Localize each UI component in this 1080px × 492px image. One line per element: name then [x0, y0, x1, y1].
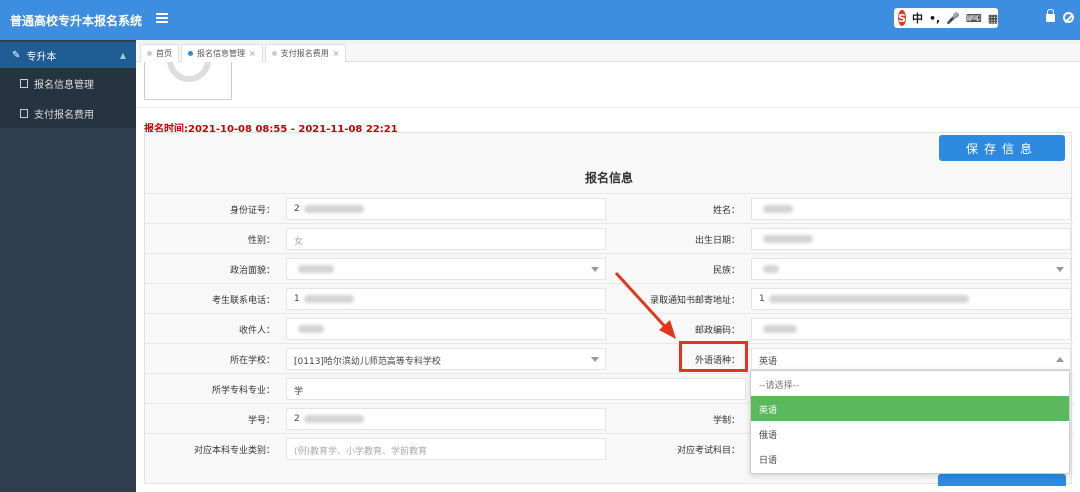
- annotation-arrow: [614, 271, 676, 339]
